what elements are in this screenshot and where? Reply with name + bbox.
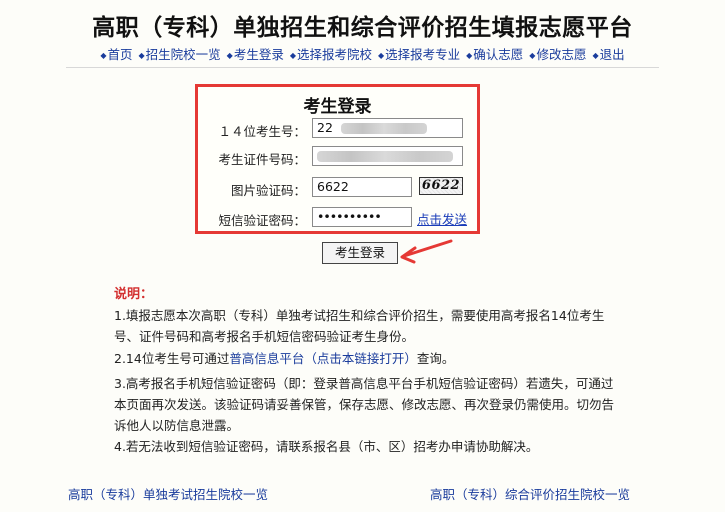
exam-number-input[interactable]: 22: [312, 118, 463, 138]
diamond-bullet-icon: ◆: [529, 51, 536, 60]
sms-code-input[interactable]: ••••••••••: [312, 207, 412, 227]
platform-link[interactable]: 普高信息平台（点击本链接打开）: [229, 351, 417, 366]
nav-item-modify[interactable]: ◆修改志愿: [529, 47, 586, 62]
page: 高职（专科）单独招生和综合评价招生填报志愿平台 ◆首页 ◆招生院校一览 ◆考生登…: [0, 0, 725, 512]
login-submit-button[interactable]: 考生登录: [322, 242, 398, 264]
captcha-input[interactable]: 6622: [312, 177, 412, 197]
note-item-1: 1.填报志愿本次高职（专科）单独考试招生和综合评价招生，需要使用高考报名14位考…: [114, 308, 605, 344]
exam-number-value: 22: [317, 120, 333, 135]
nav-item-login[interactable]: ◆考生登录: [227, 47, 284, 62]
note-text: 2.14位考生号可通过: [114, 351, 230, 366]
top-nav: ◆首页 ◆招生院校一览 ◆考生登录 ◆选择报考院校 ◆选择报考专业 ◆确认志愿 …: [0, 44, 725, 63]
note-item-2: 2.14位考生号可通过普高信息平台（点击本链接打开）查询。: [114, 348, 614, 369]
id-number-label: 考生证件号码：: [218, 152, 306, 167]
sms-code-label: 短信验证密码：: [218, 213, 306, 228]
site-title: 高职（专科）单独招生和综合评价招生填报志愿平台: [92, 15, 633, 41]
exam-number-label: １４位考生号：: [218, 124, 306, 139]
diamond-bullet-icon: ◆: [592, 51, 599, 60]
notes-heading: 说明：: [114, 287, 154, 302]
diamond-bullet-icon: ◆: [226, 51, 233, 60]
send-sms-link[interactable]: 点击发送: [417, 209, 467, 228]
diamond-bullet-icon: ◆: [289, 51, 296, 60]
nav-label: 退出: [599, 47, 625, 62]
note-item-4: 4.若无法收到短信验证密码，请联系报名县（市、区）招考办申请协助解决。: [114, 439, 539, 454]
nav-label: 确认志愿: [473, 47, 524, 62]
diamond-bullet-icon: ◆: [466, 51, 473, 60]
nav-divider: [66, 67, 659, 68]
note-item-3: 3.高考报名手机短信验证密码（即：登录普高信息平台手机短信验证密码）若遗失，可通…: [114, 376, 615, 433]
footer-link-independent-admission[interactable]: 高职（专科）单独考试招生院校一览: [68, 484, 268, 503]
nav-label: 首页: [107, 47, 133, 62]
note-text: 查询。: [416, 351, 455, 366]
diamond-bullet-icon: ◆: [138, 51, 145, 60]
nav-label: 选择报考院校: [296, 47, 372, 62]
captcha-image[interactable]: 6622: [419, 177, 463, 195]
redacted-mask: [340, 123, 427, 134]
login-box: 考生登录 １４位考生号： 22 考生证件号码： 图片验证码： 6622 6622…: [195, 84, 480, 234]
nav-item-choose-major[interactable]: ◆选择报考专业: [378, 47, 460, 62]
footer-link-comprehensive-admission[interactable]: 高职（专科）综合评价招生院校一览: [430, 484, 630, 503]
diamond-bullet-icon: ◆: [100, 51, 107, 60]
id-number-input[interactable]: [312, 146, 463, 166]
nav-item-logout[interactable]: ◆退出: [592, 47, 624, 62]
redacted-mask: [317, 151, 453, 162]
nav-item-home[interactable]: ◆首页: [100, 47, 132, 62]
captcha-label: 图片验证码：: [230, 183, 306, 198]
nav-label: 修改志愿: [536, 47, 587, 62]
nav-item-choose-school[interactable]: ◆选择报考院校: [290, 47, 372, 62]
nav-label: 招生院校一览: [145, 47, 221, 62]
arrow-annotation-icon: [400, 239, 453, 264]
nav-item-confirm[interactable]: ◆确认志愿: [466, 47, 523, 62]
diamond-bullet-icon: ◆: [377, 51, 385, 60]
login-title: 考生登录: [303, 97, 372, 117]
nav-item-institutions[interactable]: ◆招生院校一览: [139, 47, 221, 62]
nav-label: 选择报考专业: [385, 47, 461, 62]
nav-label: 考生登录: [233, 47, 284, 62]
